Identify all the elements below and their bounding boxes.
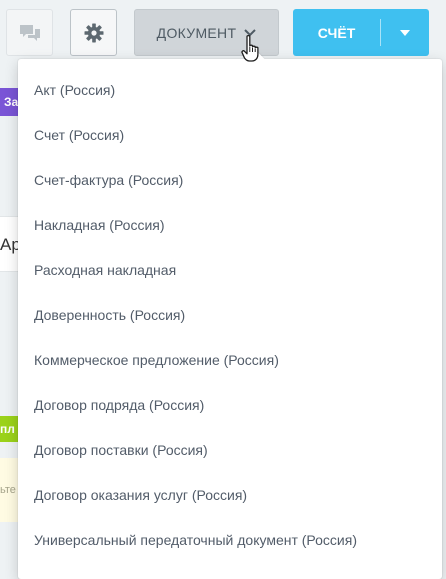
menu-item-waybill[interactable]: Накладная (Россия) xyxy=(34,208,165,242)
document-button-label: ДОКУМЕНТ xyxy=(156,24,237,41)
menu-item-universal-transfer-document[interactable]: Универсальный передаточный документ (Рос… xyxy=(34,523,357,557)
chat-icon xyxy=(19,24,40,41)
document-dropdown-menu: Акт (Россия) Счет (Россия) Счет-фактура … xyxy=(18,59,442,579)
settings-button[interactable] xyxy=(70,9,117,56)
background-note: ьте xyxy=(0,458,20,522)
invoice-button[interactable]: СЧЁТ xyxy=(293,9,429,56)
background-green-badge: пл xyxy=(0,416,20,442)
menu-item-expense-waybill[interactable]: Расходная накладная xyxy=(34,253,176,287)
caret-down-icon xyxy=(400,29,410,36)
chat-button[interactable] xyxy=(6,9,53,56)
invoice-button-label: СЧЁТ xyxy=(317,24,356,41)
background-field: Ар xyxy=(0,216,20,272)
menu-item-act[interactable]: Акт (Россия) xyxy=(34,73,115,107)
menu-item-tax-invoice[interactable]: Счет-фактура (Россия) xyxy=(34,163,183,197)
gear-icon xyxy=(84,23,103,42)
menu-item-invoice[interactable]: Счет (Россия) xyxy=(34,118,124,152)
menu-item-commercial-offer[interactable]: Коммерческое предложение (Россия) xyxy=(34,343,279,377)
menu-item-supply-contract[interactable]: Договор поставки (Россия) xyxy=(34,433,208,467)
toolbar: ДОКУМЕНТ СЧЁТ xyxy=(0,0,446,62)
invoice-dropdown-toggle[interactable] xyxy=(381,29,429,36)
menu-item-power-of-attorney[interactable]: Доверенность (Россия) xyxy=(34,298,185,332)
menu-item-services-contract[interactable]: Договор оказания услуг (Россия) xyxy=(34,478,247,512)
hand-pointer-cursor-icon xyxy=(241,34,259,62)
menu-item-work-contract[interactable]: Договор подряда (Россия) xyxy=(34,388,204,422)
background-purple-tab: За xyxy=(0,88,20,116)
